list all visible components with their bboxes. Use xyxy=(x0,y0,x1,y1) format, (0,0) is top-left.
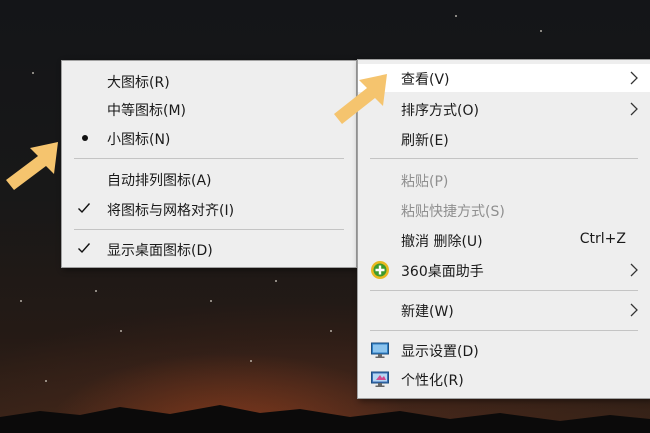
view-auto-arrange[interactable]: 自动排列图标(A) xyxy=(62,165,356,193)
menu-separator xyxy=(370,290,638,291)
chevron-right-icon xyxy=(630,263,638,277)
menu-item-new[interactable]: 新建(W) xyxy=(358,296,650,324)
menu-item-paste-shortcut[interactable]: 粘贴快捷方式(S) xyxy=(358,196,650,224)
chevron-right-icon xyxy=(630,303,638,317)
check-icon xyxy=(78,243,91,254)
menu-separator xyxy=(74,229,344,230)
display-settings-icon xyxy=(371,342,389,358)
menu-item-refresh[interactable]: 刷新(E) xyxy=(358,125,650,153)
menu-item-view[interactable]: 查看(V) xyxy=(358,64,650,92)
chevron-right-icon xyxy=(630,71,638,85)
menu-item-label: 360桌面助手 xyxy=(401,264,484,280)
desktop-context-menu: 查看(V) 排序方式(O) 刷新(E) 粘贴(P) 粘贴快捷方式(S) 撤消 删… xyxy=(357,59,650,399)
menu-item-label: 个性化(R) xyxy=(401,373,464,389)
chevron-right-icon xyxy=(630,102,638,116)
personalize-icon xyxy=(371,371,389,387)
pointer-arrow-icon xyxy=(334,74,387,124)
menu-item-display-settings[interactable]: 显示设置(D) xyxy=(358,336,650,364)
menu-item-label: 中等图标(M) xyxy=(107,103,187,119)
shortcut-text: Ctrl+Z xyxy=(579,231,626,247)
pointer-arrow-icon xyxy=(6,142,58,190)
menu-separator xyxy=(370,158,638,159)
check-icon xyxy=(78,203,91,214)
menu-item-paste[interactable]: 粘贴(P) xyxy=(358,166,650,194)
menu-item-label: 撤消 删除(U) xyxy=(401,234,483,250)
menu-item-label: 小图标(N) xyxy=(107,132,171,148)
menu-item-label: 显示桌面图标(D) xyxy=(107,243,213,259)
menu-item-label: 排序方式(O) xyxy=(401,103,479,119)
menu-item-label: 大图标(R) xyxy=(107,75,170,91)
menu-item-label: 显示设置(D) xyxy=(401,344,479,360)
menu-separator xyxy=(74,158,344,159)
menu-item-label: 将图标与网格对齐(I) xyxy=(107,203,235,219)
view-small-icons[interactable]: 小图标(N) xyxy=(62,124,356,152)
menu-item-undo-delete[interactable]: 撤消 删除(U) Ctrl+Z xyxy=(358,226,650,254)
360-assistant-icon xyxy=(371,261,389,279)
view-large-icons[interactable]: 大图标(R) xyxy=(62,67,356,95)
radio-dot-icon xyxy=(82,135,88,141)
menu-item-label: 刷新(E) xyxy=(401,133,449,149)
view-medium-icons[interactable]: 中等图标(M) xyxy=(62,95,356,123)
menu-item-sort-by[interactable]: 排序方式(O) xyxy=(358,95,650,123)
menu-separator xyxy=(370,330,638,331)
menu-item-personalize[interactable]: 个性化(R) xyxy=(358,365,650,393)
menu-item-label: 新建(W) xyxy=(401,304,454,320)
menu-item-label: 粘贴(P) xyxy=(401,174,449,190)
view-submenu: 大图标(R) 中等图标(M) 小图标(N) 自动排列图标(A) 将图标与网格对齐… xyxy=(61,60,357,268)
menu-item-360-assistant[interactable]: 360桌面助手 xyxy=(358,256,650,284)
menu-item-label: 粘贴快捷方式(S) xyxy=(401,204,505,220)
view-show-desktop-icons[interactable]: 显示桌面图标(D) xyxy=(62,235,356,263)
menu-item-label: 查看(V) xyxy=(401,72,450,88)
view-align-to-grid[interactable]: 将图标与网格对齐(I) xyxy=(62,195,356,223)
menu-item-label: 自动排列图标(A) xyxy=(107,173,212,189)
